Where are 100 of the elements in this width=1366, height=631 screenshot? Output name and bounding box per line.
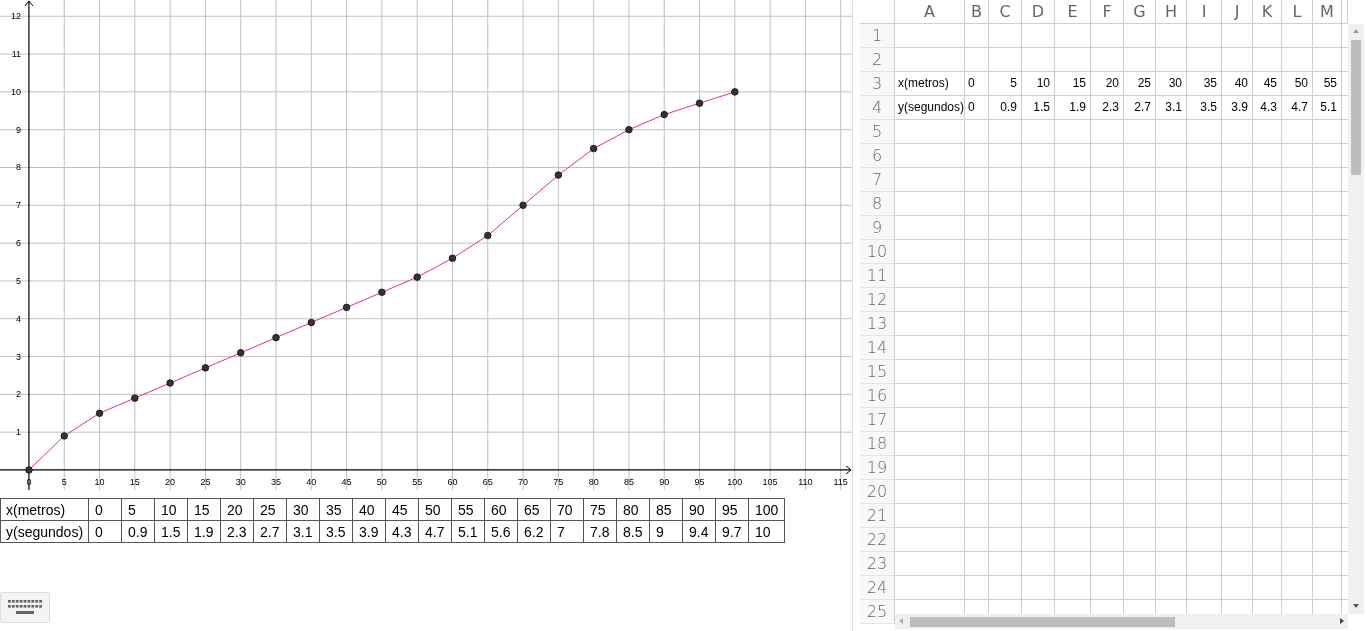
spreadsheet-cell[interactable]: 0.9 (989, 96, 1022, 120)
spreadsheet-cell[interactable] (1282, 384, 1313, 408)
spreadsheet-cell[interactable] (1156, 192, 1187, 216)
row-number[interactable]: 23 (860, 552, 895, 576)
spreadsheet-cell[interactable] (1124, 456, 1156, 480)
spreadsheet-cell[interactable] (1313, 504, 1342, 528)
spreadsheet-cell[interactable] (1282, 576, 1313, 600)
row-number[interactable]: 3 (860, 72, 895, 96)
spreadsheet-cell[interactable] (1022, 120, 1055, 144)
spreadsheet-cell[interactable] (1253, 144, 1282, 168)
spreadsheet-cell[interactable] (1282, 288, 1313, 312)
spreadsheet-cell[interactable] (1022, 528, 1055, 552)
column-header[interactable]: B (965, 0, 989, 24)
row-number[interactable]: 2 (860, 48, 895, 72)
spreadsheet-cell[interactable] (1282, 264, 1313, 288)
spreadsheet-cell[interactable] (965, 528, 989, 552)
spreadsheet-cell[interactable] (1022, 264, 1055, 288)
spreadsheet-cell[interactable] (965, 144, 989, 168)
spreadsheet-cell[interactable] (1091, 312, 1124, 336)
spreadsheet-cell[interactable] (989, 192, 1022, 216)
spreadsheet-cell[interactable] (1313, 288, 1342, 312)
spreadsheet-cell[interactable] (1253, 384, 1282, 408)
spreadsheet-cell[interactable] (1282, 552, 1313, 576)
spreadsheet-cell[interactable] (1055, 24, 1091, 48)
spreadsheet-cell[interactable] (1055, 384, 1091, 408)
spreadsheet-cell[interactable] (1022, 504, 1055, 528)
row-number[interactable]: 19 (860, 456, 895, 480)
spreadsheet-cell[interactable] (1282, 480, 1313, 504)
row-number[interactable]: 15 (860, 360, 895, 384)
spreadsheet-cell[interactable] (1156, 288, 1187, 312)
spreadsheet-cell[interactable] (965, 432, 989, 456)
spreadsheet-cell[interactable]: 25 (1124, 72, 1156, 96)
spreadsheet-cell[interactable] (1282, 144, 1313, 168)
spreadsheet-cell[interactable] (1313, 384, 1342, 408)
horizontal-scrollbar[interactable] (895, 614, 1348, 629)
row-number[interactable]: 1 (860, 24, 895, 48)
row-number[interactable]: 13 (860, 312, 895, 336)
spreadsheet-cell[interactable] (965, 504, 989, 528)
spreadsheet-cell[interactable] (1222, 528, 1253, 552)
row-number[interactable]: 11 (860, 264, 895, 288)
spreadsheet-cell[interactable] (1282, 360, 1313, 384)
spreadsheet-cell[interactable] (1091, 504, 1124, 528)
spreadsheet-cell[interactable] (1253, 480, 1282, 504)
spreadsheet-cell[interactable] (1124, 192, 1156, 216)
spreadsheet-cell[interactable] (1124, 264, 1156, 288)
spreadsheet-cell[interactable] (1124, 384, 1156, 408)
spreadsheet-cell[interactable] (1156, 504, 1187, 528)
spreadsheet-cell[interactable] (895, 384, 965, 408)
data-point[interactable] (60, 432, 68, 440)
spreadsheet-cell[interactable] (1091, 408, 1124, 432)
spreadsheet-cell[interactable] (1055, 288, 1091, 312)
spreadsheet-cell[interactable] (1091, 432, 1124, 456)
spreadsheet-cell[interactable] (1253, 264, 1282, 288)
row-number[interactable]: 6 (860, 144, 895, 168)
vertical-scrollbar[interactable] (1348, 24, 1364, 614)
spreadsheet-cell[interactable] (1253, 240, 1282, 264)
spreadsheet-cell[interactable] (1091, 240, 1124, 264)
data-point[interactable] (131, 394, 139, 402)
data-point[interactable] (307, 318, 315, 327)
spreadsheet-cell[interactable] (1022, 432, 1055, 456)
spreadsheet-cell[interactable]: 2.3 (1091, 96, 1124, 120)
spreadsheet-cell[interactable] (989, 24, 1022, 48)
spreadsheet-cell[interactable] (1055, 408, 1091, 432)
spreadsheet-cell[interactable] (989, 336, 1022, 360)
spreadsheet-cell[interactable] (1222, 168, 1253, 192)
data-point[interactable] (272, 333, 280, 342)
spreadsheet-cell[interactable] (1055, 144, 1091, 168)
spreadsheet-cell[interactable] (1091, 360, 1124, 384)
spreadsheet-cell[interactable] (1222, 144, 1253, 168)
spreadsheet-cell[interactable] (1253, 24, 1282, 48)
spreadsheet-cell[interactable] (989, 168, 1022, 192)
spreadsheet-cell[interactable]: 40 (1222, 72, 1253, 96)
spreadsheet-cell[interactable] (1253, 48, 1282, 72)
spreadsheet-cell[interactable] (1222, 384, 1253, 408)
spreadsheet-cell[interactable] (989, 552, 1022, 576)
column-header[interactable]: M (1313, 0, 1342, 24)
spreadsheet-cell[interactable] (1253, 528, 1282, 552)
row-number[interactable]: 8 (860, 192, 895, 216)
spreadsheet-cell[interactable] (1124, 168, 1156, 192)
spreadsheet-cell[interactable] (1282, 48, 1313, 72)
spreadsheet-cell[interactable] (1055, 192, 1091, 216)
spreadsheet-cell[interactable] (1124, 528, 1156, 552)
spreadsheet-cell[interactable] (1282, 504, 1313, 528)
spreadsheet-cell[interactable] (1313, 240, 1342, 264)
spreadsheet-cell[interactable] (1055, 312, 1091, 336)
spreadsheet-cell[interactable] (989, 480, 1022, 504)
spreadsheet-cell[interactable] (895, 168, 965, 192)
spreadsheet-cell[interactable] (1091, 24, 1124, 48)
column-header[interactable]: C (989, 0, 1022, 24)
spreadsheet-cell[interactable] (1187, 408, 1222, 432)
spreadsheet-cell[interactable] (965, 168, 989, 192)
spreadsheet-cell[interactable] (965, 576, 989, 600)
spreadsheet-cell[interactable] (965, 264, 989, 288)
spreadsheet-cell[interactable] (1187, 312, 1222, 336)
spreadsheet-cell[interactable] (1022, 240, 1055, 264)
spreadsheet-cell[interactable] (1253, 576, 1282, 600)
spreadsheet-cell[interactable] (1156, 24, 1187, 48)
data-point[interactable] (237, 349, 245, 357)
data-point[interactable] (625, 125, 633, 134)
row-number[interactable]: 14 (860, 336, 895, 360)
